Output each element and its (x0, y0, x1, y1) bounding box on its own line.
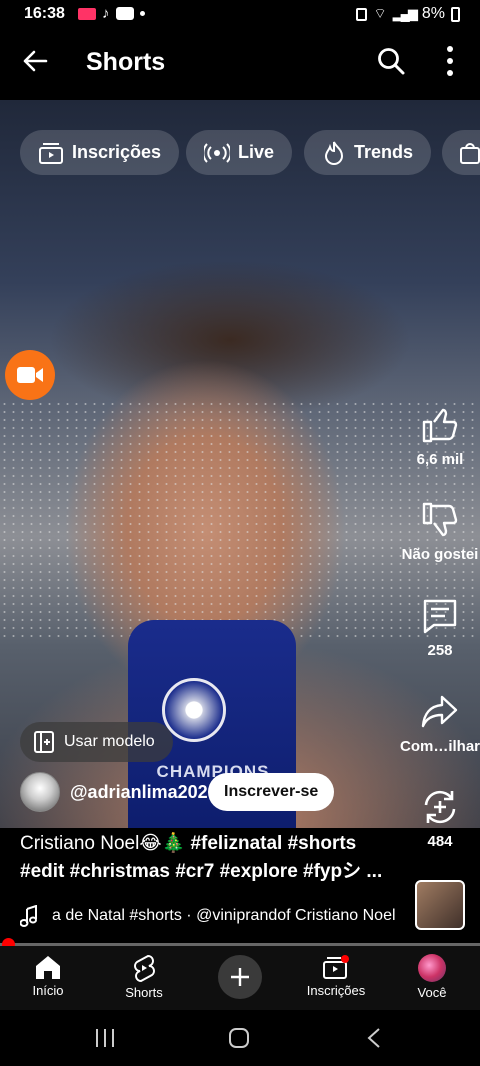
comment-icon (423, 599, 457, 634)
dislike-label: Não gostei (401, 546, 479, 563)
back-arrow-icon[interactable] (20, 46, 50, 76)
comments-button[interactable]: 258 (390, 596, 480, 659)
top-app-bar: Shorts (0, 30, 480, 100)
battery-percent: 8% (421, 5, 445, 22)
template-icon (34, 731, 54, 753)
caption-title: Cristiano Noel😂🎄 (20, 833, 186, 854)
shopping-bag-icon (460, 142, 480, 164)
subscriptions-icon (323, 955, 349, 979)
use-template-button[interactable]: Usar modelo (20, 722, 173, 762)
user-avatar (418, 954, 446, 982)
system-navigation-bar (0, 1010, 480, 1066)
chip-label: Inscrições (72, 142, 162, 162)
remix-icon (424, 790, 456, 824)
battery-icon (451, 6, 460, 22)
nav-label: Shorts (125, 985, 163, 1000)
channel-name[interactable]: @adrianlima202 (70, 782, 208, 803)
alarm-icon (356, 7, 368, 21)
tiktok-icon: ♪ (102, 5, 110, 22)
trending-flame-icon (324, 141, 344, 165)
chip-live[interactable]: Live (186, 130, 293, 175)
chip-shopping[interactable] (442, 130, 480, 175)
plus-icon (231, 968, 249, 986)
share-button[interactable]: Com…ilhar (390, 692, 480, 755)
caption-line-1: Cristiano Noel😂🎄 #feliznatal #shorts (20, 830, 410, 858)
comment-count: 258 (427, 642, 453, 659)
live-icon (204, 142, 230, 163)
nav-subscriptions[interactable]: Inscrições (288, 954, 384, 998)
caption-hashtags: #feliznatal #shorts (190, 833, 357, 854)
status-right: ⌔ ▂▄▆ 8% (356, 5, 460, 23)
chip-label: Live (238, 142, 275, 162)
notification-icons: ♪ (78, 5, 145, 22)
template-label: Usar modelo (64, 733, 155, 750)
sound-thumbnail[interactable] (415, 880, 465, 930)
wifi-icon: ⌔ (373, 5, 387, 21)
status-bar: 16:38 ♪ ⌔ ▂▄▆ 8% (0, 0, 480, 30)
back-system-icon[interactable] (364, 1027, 386, 1049)
nav-home[interactable]: Início (0, 954, 96, 998)
home-icon (36, 956, 60, 979)
chip-label: Trends (354, 142, 414, 162)
video-camera-icon (17, 367, 43, 383)
share-arrow-icon (421, 695, 458, 728)
like-button[interactable]: 6,6 mil (390, 405, 480, 468)
subscriptions-icon (39, 142, 63, 164)
champions-league-logo (162, 678, 226, 742)
music-text: a de Natal #shorts · @viniprandof Cristi… (52, 907, 396, 924)
music-ticker[interactable]: a de Natal #shorts · @viniprandof Cristi… (20, 904, 400, 928)
nav-label: Início (32, 983, 64, 998)
recent-apps-icon[interactable] (94, 1027, 116, 1049)
nav-you[interactable]: Você (384, 954, 480, 1000)
remix-count: 484 (427, 833, 453, 850)
like-count: 6,6 mil (416, 451, 464, 468)
shorts-icon (134, 954, 155, 982)
screen-record-button[interactable] (5, 350, 55, 400)
more-options-icon[interactable] (440, 44, 460, 78)
signal-icon: ▂▄▆ (392, 6, 418, 21)
create-button[interactable] (218, 955, 262, 999)
dot-icon (139, 11, 145, 16)
home-system-icon[interactable] (228, 1027, 250, 1049)
youtube-icon (115, 7, 134, 20)
caption-hashtags-line-2: #edit #christmas #cr7 #explore #fypシ ... (20, 861, 383, 882)
dislike-button[interactable]: Não gostei (390, 500, 480, 563)
thumbs-down-icon (422, 502, 458, 537)
nav-shorts[interactable]: Shorts (96, 954, 192, 1000)
chip-trends[interactable]: Trends (304, 130, 432, 175)
page-title: Shorts (86, 48, 166, 76)
thumbs-up-icon (422, 408, 458, 443)
nav-label: Você (417, 985, 447, 1000)
chip-subscriptions[interactable]: Inscrições (20, 130, 180, 175)
video-caption[interactable]: Cristiano Noel😂🎄 #feliznatal #shorts #ed… (20, 830, 410, 886)
nav-label: Inscrições (306, 983, 366, 998)
music-note-icon (20, 905, 37, 927)
camera-notification-icon (78, 7, 96, 20)
search-icon[interactable] (376, 46, 406, 76)
status-time: 16:38 (24, 5, 65, 22)
subscribe-button[interactable]: Inscrever-se (208, 773, 335, 811)
channel-avatar[interactable] (20, 772, 60, 812)
share-label: Com…ilhar (399, 738, 480, 755)
